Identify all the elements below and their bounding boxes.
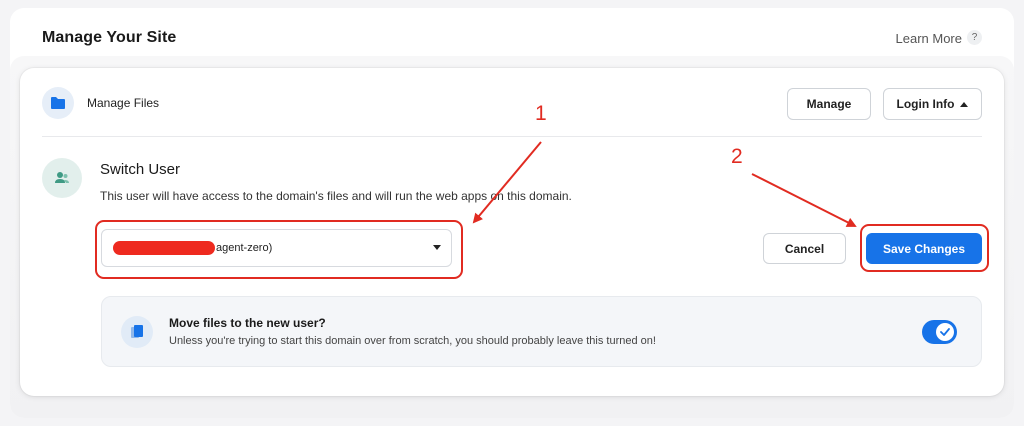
move-files-title: Move files to the new user? bbox=[169, 316, 326, 330]
check-icon bbox=[940, 328, 950, 336]
annotation-arrow-2 bbox=[751, 173, 857, 227]
move-files-toggle[interactable] bbox=[922, 320, 957, 344]
documents-icon bbox=[121, 316, 153, 348]
toggle-knob bbox=[936, 323, 954, 341]
annotation-arrow-1 bbox=[472, 141, 542, 224]
move-files-description: Unless you're trying to start this domai… bbox=[169, 335, 656, 347]
move-files-panel bbox=[101, 296, 982, 367]
